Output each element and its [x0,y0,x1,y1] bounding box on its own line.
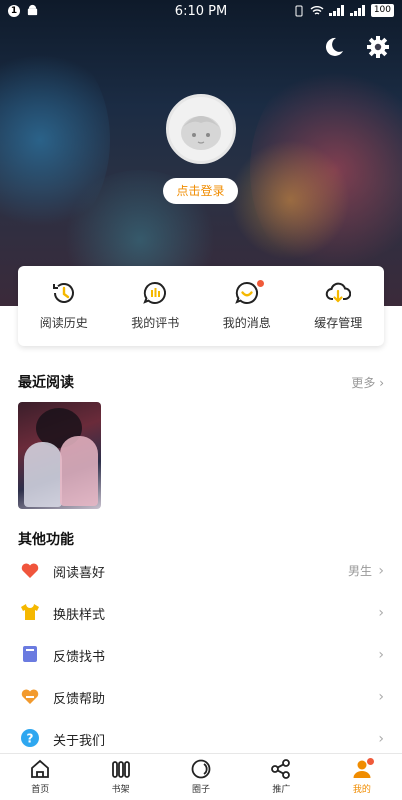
question-icon: ? [21,729,39,747]
quick-actions-card: 阅读历史 我的评书 我的消息 缓存管理 [18,266,384,346]
svg-text:?: ? [27,732,34,746]
share-icon [271,759,291,779]
wifi-icon [310,5,324,15]
history-icon [52,283,74,303]
tab-label: 圈子 [192,785,211,795]
tab-promote[interactable]: 推广 [241,754,321,800]
list-item-label: 换肤样式 [53,608,106,623]
quick-action-label: 缓存管理 [314,316,363,330]
tab-label: 书架 [111,785,130,795]
signal-icon-2 [349,5,365,16]
tab-home[interactable]: 首页 [0,754,80,800]
shirt-icon [21,604,39,620]
chevron-right-icon: › [378,647,384,663]
list-item-value: 男生 [347,564,372,578]
bookshelf-icon [111,761,130,778]
night-mode-icon[interactable] [322,35,346,59]
quick-action-comments[interactable]: 我的评书 [110,266,202,346]
notification-dot [366,758,374,765]
comment-icon [143,281,167,304]
login-button[interactable]: 点击登录 [163,178,238,204]
list-item-label: 阅读喜好 [53,566,106,581]
list-item-find-book[interactable]: 反馈找书 › [0,635,402,677]
battery-icon: 100 [370,4,394,17]
list-item-label: 关于我们 [53,734,106,749]
tab-bookshelf[interactable]: 书架 [80,754,160,800]
avatar[interactable] [166,94,236,164]
quick-action-messages[interactable]: 我的消息 [201,266,293,346]
home-icon [31,759,50,778]
list-item-reading-preference[interactable]: 阅读喜好 男生 › [0,551,402,593]
other-features-title: 其他功能 [18,532,74,548]
recent-reading-title: 最近阅读 [18,375,74,391]
list-item-label: 反馈帮助 [53,692,106,707]
tab-label: 首页 [31,785,50,795]
list-item-label: 反馈找书 [53,650,106,665]
recent-book-cover[interactable] [18,402,101,509]
list-item-help[interactable]: 反馈帮助 › [0,677,402,719]
status-bar: 1 6:10 PM 100 [0,0,402,22]
book-icon [23,646,37,662]
default-avatar-icon [181,116,221,150]
chevron-right-icon: › [378,563,384,579]
quick-action-history[interactable]: 阅读历史 [18,266,110,346]
help-heart-icon [21,689,39,704]
cloud-download-icon [326,282,352,303]
tab-label: 推广 [272,785,291,795]
tab-circle[interactable]: 圈子 [161,754,241,800]
chevron-right-icon: › [378,731,384,747]
more-link[interactable]: 更多 › [351,374,384,391]
more-label: 更多 [351,376,376,390]
circle-icon [191,759,211,779]
quick-action-cache[interactable]: 缓存管理 [293,266,385,346]
list-item-skin[interactable]: 换肤样式 › [0,593,402,635]
quick-action-label: 阅读历史 [39,316,88,330]
message-icon [234,281,258,304]
signal-icon [328,5,344,16]
chevron-right-icon: › [378,689,384,705]
vibrate-icon [295,5,303,16]
tab-label: 我的 [352,785,371,795]
heart-icon [21,563,39,578]
quick-action-label: 我的评书 [131,316,180,330]
quick-action-label: 我的消息 [222,316,271,330]
bottom-navigation: 首页 书架 圈子 推广 我的 [0,753,402,800]
settings-gear-icon[interactable] [366,35,390,59]
chevron-right-icon: › [379,376,384,390]
tab-mine[interactable]: 我的 [322,754,402,800]
chevron-right-icon: › [378,605,384,621]
unread-dot [257,280,264,287]
